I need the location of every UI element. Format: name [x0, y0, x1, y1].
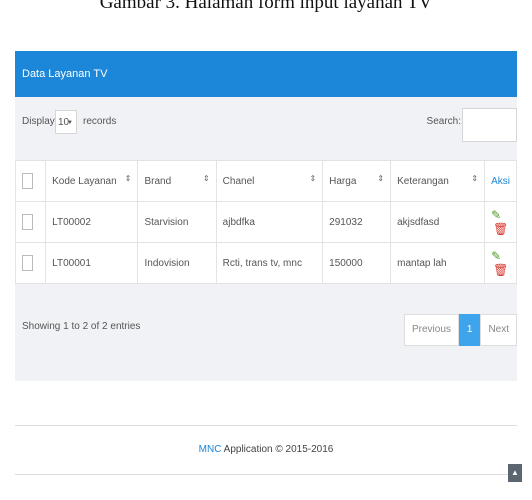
select-all-checkbox[interactable]	[22, 173, 33, 189]
dropdown-arrow-icon: ▼	[67, 120, 73, 126]
table-row: LT00001 Indovision Rcti, trans tv, mnc 1…	[14, 242, 517, 284]
pagination: Previous 1 Next	[403, 314, 517, 346]
col-keterangan[interactable]: Keterangan ⇕	[390, 160, 486, 202]
col-kode-layanan[interactable]: Kode Layanan ⇕	[45, 160, 139, 202]
sort-icon: ⇕	[377, 174, 385, 183]
sort-icon: ⇕	[124, 174, 132, 183]
col-aksi: Aksi	[484, 160, 517, 202]
cell-aksi: ✎🗑	[484, 201, 517, 243]
figure-caption: Gambar 3. Halaman form input layanan TV	[99, 0, 433, 13]
table-header-row: Kode Layanan ⇕ Brand ⇕ Chanel ⇕ Harga ⇕ Kete…	[14, 160, 517, 202]
col-label: Aksi	[491, 175, 510, 187]
table-info: Showing 1 to 2 of 2 entries	[22, 321, 141, 332]
col-harga[interactable]: Harga ⇕	[322, 160, 392, 202]
search-input[interactable]	[462, 108, 517, 142]
row-select-cell	[14, 201, 47, 243]
cell-kode: LT00001	[45, 242, 139, 284]
col-label: Harga	[329, 175, 357, 187]
sort-icon: ⇕	[309, 174, 317, 183]
col-brand[interactable]: Brand ⇕	[137, 160, 217, 202]
records-label: records	[83, 116, 117, 127]
footer-brand[interactable]: MNC	[199, 444, 222, 455]
display-label: Display	[22, 116, 55, 127]
col-chanel[interactable]: Chanel ⇕	[215, 160, 324, 202]
page-size-select[interactable]: 10 ▼	[55, 110, 77, 134]
trash-icon[interactable]: 🗑	[493, 222, 508, 236]
cell-keterangan: akjsdfasd	[390, 201, 486, 243]
search-label: Search:	[426, 116, 461, 127]
cell-keterangan: mantap lah	[390, 242, 486, 284]
cell-brand: Indovision	[137, 242, 217, 284]
table-row: LT00002 Starvision ajbdfka 291032 akjsdf…	[14, 201, 517, 243]
previous-button[interactable]: Previous	[403, 314, 459, 346]
next-button[interactable]: Next	[480, 314, 517, 346]
app-footer: MNC Application © 2015-2016	[15, 425, 517, 475]
row-checkbox[interactable]	[22, 214, 33, 230]
sort-icon: ⇕	[202, 174, 210, 183]
cell-aksi: ✎🗑	[484, 242, 517, 284]
footer-text: Application © 2015-2016	[221, 444, 334, 455]
row-checkbox[interactable]	[22, 255, 33, 271]
select-all-cell	[14, 160, 47, 202]
page-1-button[interactable]: 1	[458, 314, 481, 346]
chevron-up-icon[interactable]: ▲	[508, 464, 522, 482]
data-table: Kode Layanan ⇕ Brand ⇕ Chanel ⇕ Harga ⇕ Kete…	[14, 160, 517, 284]
table-controls: Display 10 ▼ records Search:	[15, 108, 517, 142]
col-label: Kode Layanan	[52, 175, 117, 187]
sort-icon: ⇕	[471, 174, 479, 183]
cell-chanel: ajbdfka	[215, 201, 324, 243]
cell-kode: LT00002	[45, 201, 139, 243]
col-label: Chanel	[222, 175, 255, 187]
cell-harga: 150000	[322, 242, 392, 284]
cell-harga: 291032	[322, 201, 392, 243]
trash-icon[interactable]: 🗑	[493, 263, 508, 277]
cell-brand: Starvision	[137, 201, 217, 243]
panel-title: Data Layanan TV	[15, 51, 517, 97]
row-select-cell	[14, 242, 47, 284]
pencil-icon[interactable]: ✎	[491, 208, 501, 222]
cell-chanel: Rcti, trans tv, mnc	[215, 242, 324, 284]
pencil-icon[interactable]: ✎	[491, 249, 501, 263]
col-label: Brand	[144, 175, 172, 187]
col-label: Keterangan	[397, 175, 449, 187]
data-panel: Data Layanan TV Display 10 ▼ records Sea…	[14, 51, 517, 381]
